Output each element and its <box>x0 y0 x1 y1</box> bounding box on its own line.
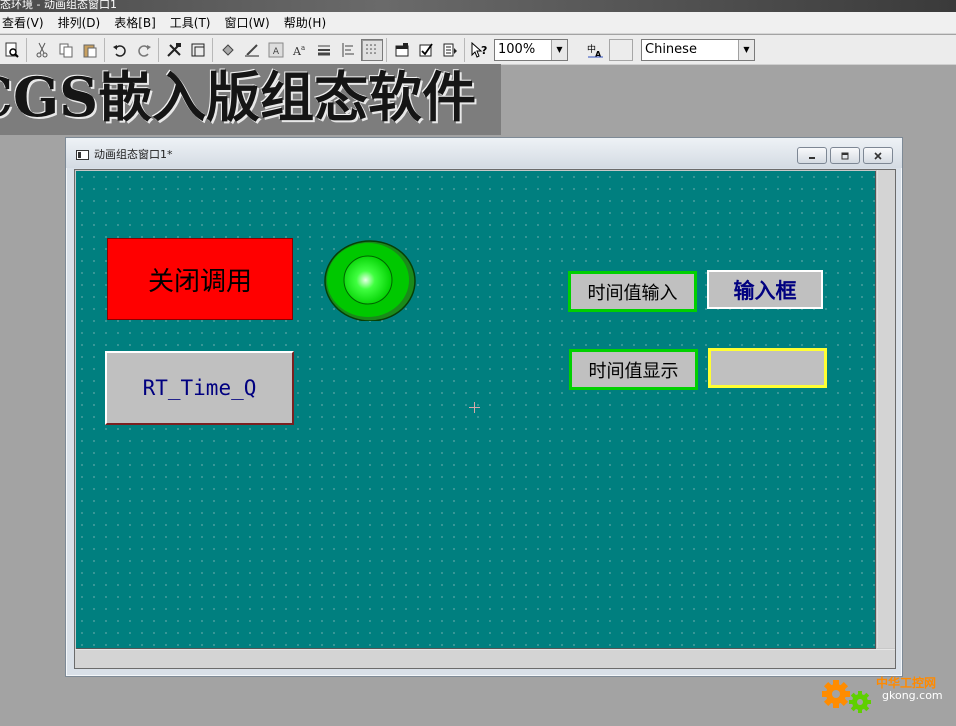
redo-icon[interactable] <box>133 39 155 61</box>
toolbar-group-lang: 中A <box>584 38 636 62</box>
help-icon[interactable]: ? <box>469 39 491 61</box>
toolbar-group-undo <box>108 37 159 62</box>
undo-icon[interactable] <box>109 39 131 61</box>
horizontal-scrollbar[interactable] <box>75 649 895 668</box>
align-icon[interactable] <box>337 39 359 61</box>
vertical-scrollbar[interactable] <box>877 170 895 648</box>
fill-color-icon[interactable] <box>217 39 239 61</box>
close-icon <box>874 151 882 160</box>
menu-tools[interactable]: 工具(T) <box>163 13 218 33</box>
chevron-down-icon[interactable]: ▼ <box>551 39 567 60</box>
child-title-bar[interactable]: 动画组态窗口1* <box>66 138 902 168</box>
copy-icon[interactable] <box>55 39 77 61</box>
time-input-label: 时间值输入 <box>568 271 697 312</box>
translate-icon[interactable]: 中A <box>585 39 607 61</box>
toolbar-group-tools <box>162 37 213 62</box>
restore-button[interactable] <box>830 147 860 164</box>
restore-icon <box>841 152 849 159</box>
close-call-button[interactable]: 关闭调用 <box>107 238 293 320</box>
tools-icon[interactable] <box>163 39 185 61</box>
animation-config-window: 动画组态窗口1* 关闭调用 RT_Time_Q 时间值输入 输入框 时间值显示 <box>65 137 903 677</box>
line-color-icon[interactable] <box>241 39 263 61</box>
paste-icon[interactable] <box>79 39 101 61</box>
svg-text:A: A <box>273 47 280 57</box>
app-title: 态环境 - 动画组态窗口1 <box>0 0 117 11</box>
properties-icon[interactable] <box>391 39 413 61</box>
lamp-icon <box>324 240 416 322</box>
app-title-bar: 态环境 - 动画组态窗口1 <box>0 0 956 12</box>
time-display-label: 时间值显示 <box>569 349 698 390</box>
crosshair-icon <box>469 402 480 413</box>
rt-time-q-button[interactable]: RT_Time_Q <box>105 351 294 425</box>
language-button[interactable] <box>609 38 633 61</box>
banner-title: CGS嵌入版组态软件 <box>0 65 477 129</box>
toolbar-group-edit <box>30 37 105 62</box>
close-button[interactable] <box>863 147 893 164</box>
menu-bar: 查看(V) 排列(D) 表格[B] 工具(T) 窗口(W) 帮助(H) <box>0 12 956 34</box>
cut-icon[interactable] <box>31 39 53 61</box>
grid-icon[interactable] <box>361 38 383 61</box>
gear-logo-icon <box>822 680 871 713</box>
print-preview-icon[interactable] <box>1 39 23 61</box>
toolbar-group-props <box>390 37 465 62</box>
child-title: 动画组态窗口1* <box>94 148 173 161</box>
canvas-frame: 关闭调用 RT_Time_Q 时间值输入 输入框 时间值显示 <box>74 169 896 669</box>
minimize-button[interactable] <box>797 147 827 164</box>
menu-arrange[interactable]: 排列(D) <box>51 13 108 33</box>
window-icon <box>76 150 89 160</box>
minimize-icon <box>809 156 815 159</box>
toolbar: A Aa ? 100% ▼ 中A Chinese ▼ <box>0 35 956 65</box>
font-icon[interactable]: Aa <box>289 39 311 61</box>
frame-icon[interactable] <box>187 39 209 61</box>
chevron-down-icon[interactable]: ▼ <box>738 39 754 60</box>
time-display-box <box>708 348 827 388</box>
svg-text:?: ? <box>481 44 487 57</box>
watermark-url: gkong.com <box>882 689 943 702</box>
line-style-icon[interactable] <box>313 39 335 61</box>
svg-text:a: a <box>301 44 305 52</box>
list-icon[interactable] <box>439 39 461 61</box>
design-canvas[interactable]: 关闭调用 RT_Time_Q 时间值输入 输入框 时间值显示 <box>76 171 876 649</box>
menu-table[interactable]: 表格[B] <box>107 13 163 33</box>
menu-window[interactable]: 窗口(W) <box>218 13 277 33</box>
menu-help[interactable]: 帮助(H) <box>277 13 333 33</box>
language-select[interactable]: Chinese ▼ <box>641 38 755 61</box>
indicator-lamp[interactable] <box>324 239 416 322</box>
font-color-icon[interactable]: A <box>265 39 287 61</box>
window-controls <box>797 147 893 164</box>
toolbar-group-format: A Aa <box>216 37 387 62</box>
time-input-box[interactable]: 输入框 <box>707 270 823 309</box>
zoom-value: 100% <box>498 42 536 57</box>
zoom-select[interactable]: 100% ▼ <box>494 38 568 61</box>
banner: CGS嵌入版组态软件 <box>0 64 501 135</box>
watermark: 中华工控网 gkong.com <box>820 672 956 722</box>
menu-view[interactable]: 查看(V) <box>0 13 51 33</box>
toolbar-group-file <box>0 37 27 62</box>
check-icon[interactable] <box>415 39 437 61</box>
language-value: Chinese <box>645 42 697 57</box>
